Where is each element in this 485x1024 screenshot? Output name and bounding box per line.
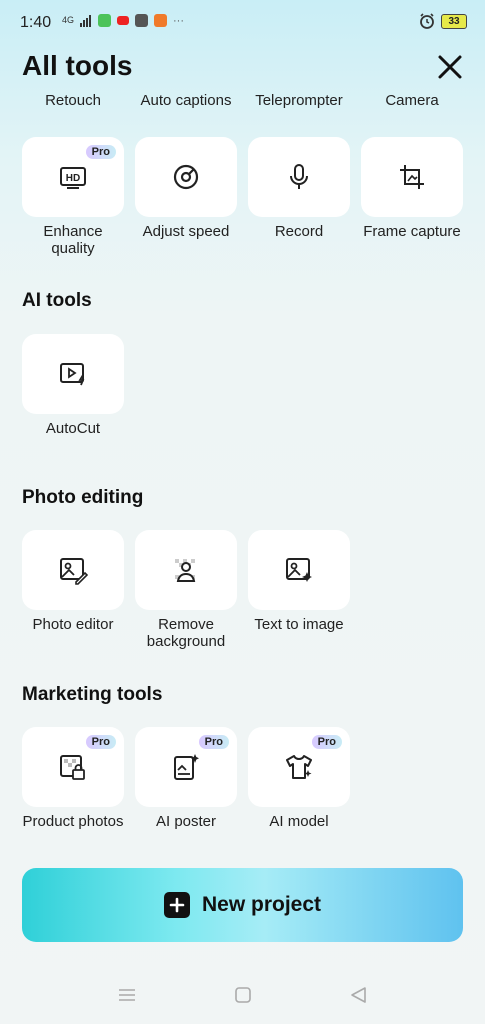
new-project-label: New project (201, 893, 322, 916)
tool-remove-background[interactable]: Remove background (135, 530, 239, 650)
menu-icon (119, 989, 135, 1001)
messages-app-icon (98, 14, 112, 27)
tool-ai-model[interactable]: Pro AI model (248, 727, 352, 830)
hand-app-icon (154, 14, 168, 27)
tool-tile[interactable]: Pro HD (22, 137, 124, 217)
tool-ai-poster[interactable]: Pro AI poster (135, 727, 239, 830)
tool-tile[interactable]: Pro (248, 727, 350, 807)
tool-label: AI poster (155, 813, 217, 830)
youtube-app-icon (117, 16, 130, 25)
tool-label: AI model (269, 813, 329, 830)
pro-badge: Pro (85, 735, 116, 749)
pro-badge: Pro (85, 145, 116, 159)
new-project-button[interactable]: New project (22, 868, 463, 942)
tool-label: Enhance quality (43, 223, 103, 257)
plus-icon (163, 892, 190, 918)
home-button[interactable] (232, 984, 254, 1006)
pro-badge: Pro (311, 735, 342, 749)
autocut-icon (60, 363, 85, 386)
status-icons: 4G ··· (62, 14, 184, 27)
tool-label: Text to image (254, 616, 344, 633)
gallery-app-icon (135, 14, 149, 27)
tool-label: Remove background (146, 616, 226, 650)
ai-poster-icon (174, 754, 199, 780)
recents-button[interactable] (116, 984, 138, 1006)
text-to-image-icon (286, 558, 312, 582)
status-bar: 1:40 4G ··· 33 (0, 0, 485, 46)
tool-tile[interactable]: Pro (135, 727, 237, 807)
remove-background-icon (175, 559, 196, 582)
section-title-ai-tools: AI tools (22, 290, 92, 311)
network-type: 4G (62, 15, 75, 25)
svg-text:HD: HD (66, 173, 80, 184)
tool-label-teleprompter[interactable]: Teleprompter (244, 92, 354, 109)
tool-label: Adjust speed (142, 223, 230, 240)
tool-label: AutoCut (45, 420, 101, 437)
section-title-photo-editing: Photo editing (22, 487, 144, 508)
tool-record[interactable]: Record (248, 137, 352, 240)
status-time: 1:40 (20, 14, 52, 31)
alarm-icon (420, 13, 434, 29)
square-icon (235, 987, 251, 1003)
tool-label-auto-captions[interactable]: Auto captions (131, 92, 241, 109)
tool-enhance-quality[interactable]: Pro HD Enhance quality (22, 137, 126, 257)
tool-tile[interactable] (248, 137, 350, 217)
photo-edit-icon (60, 558, 88, 585)
crop-icon (400, 165, 424, 189)
tool-autocut[interactable]: AutoCut (22, 334, 126, 437)
shirt-icon (286, 755, 312, 779)
tool-tile[interactable] (135, 137, 237, 217)
speed-icon (173, 164, 199, 190)
tool-tile[interactable] (248, 530, 350, 610)
page-title: All tools (22, 50, 133, 81)
tool-tile[interactable] (361, 137, 463, 217)
more-notifications-icon: ··· (173, 14, 185, 27)
tool-label: Product photos (22, 813, 124, 830)
tool-product-photos[interactable]: Pro Product photos (22, 727, 126, 830)
back-triangle-icon (351, 987, 366, 1003)
back-button[interactable] (347, 984, 369, 1006)
product-photos-icon (60, 755, 85, 780)
section-title-marketing-tools: Marketing tools (22, 684, 163, 705)
tool-text-to-image[interactable]: Text to image (248, 530, 352, 633)
tool-label-retouch[interactable]: Retouch (18, 92, 128, 109)
close-icon (438, 55, 462, 79)
tool-tile[interactable] (22, 334, 124, 414)
tool-label: Photo editor (32, 616, 114, 633)
status-right: 33 (419, 13, 467, 29)
tool-adjust-speed[interactable]: Adjust speed (135, 137, 239, 240)
scrolled-tool-labels: Retouch Auto captions Teleprompter Camer… (0, 92, 485, 132)
tool-label-camera[interactable]: Camera (357, 92, 467, 109)
tool-label: Frame capture (363, 223, 461, 240)
tool-tile[interactable] (135, 530, 237, 610)
close-button[interactable] (437, 54, 463, 80)
battery-indicator: 33 (441, 13, 467, 29)
pro-badge: Pro (198, 735, 229, 749)
tool-tile[interactable] (22, 530, 124, 610)
microphone-icon (290, 164, 308, 189)
hd-icon: HD (60, 167, 86, 189)
tool-label: Record (274, 223, 324, 240)
tool-photo-editor[interactable]: Photo editor (22, 530, 126, 633)
system-navigation-bar (0, 970, 485, 1020)
tool-frame-capture[interactable]: Frame capture (361, 137, 465, 240)
tool-tile[interactable]: Pro (22, 727, 124, 807)
signal-icon (80, 14, 92, 27)
